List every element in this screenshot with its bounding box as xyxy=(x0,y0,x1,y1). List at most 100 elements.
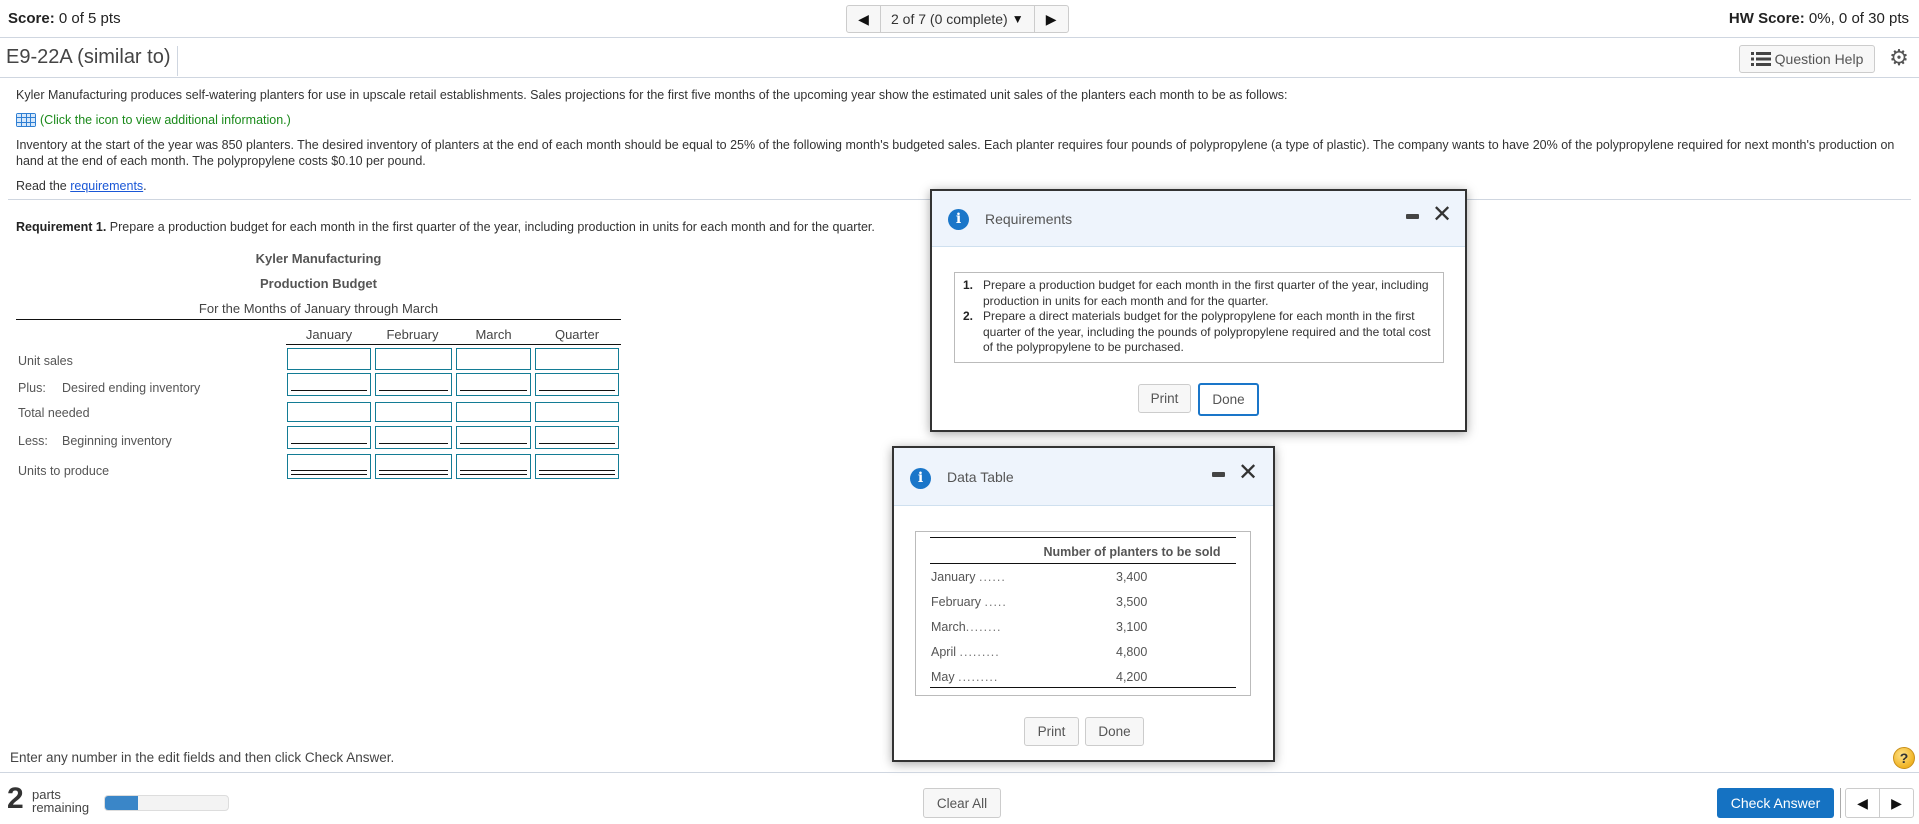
table-row: March........ 3,100 xyxy=(931,620,1236,638)
next-question-button[interactable]: ▶ xyxy=(1033,6,1068,32)
leader-dots: ......... xyxy=(959,645,1000,659)
dialog-header[interactable]: i Requirements ✕ xyxy=(932,191,1465,247)
instruction-hint: Enter any number in the edit fields and … xyxy=(10,750,395,765)
column-header-quarter: Quarter xyxy=(554,327,600,342)
triangle-right-icon: ▶ xyxy=(1891,794,1902,811)
requirement-label: Requirement 1. xyxy=(16,220,107,234)
parts-remaining-count: 2 xyxy=(7,782,24,815)
input-ending-inventory-quarter[interactable] xyxy=(535,373,619,396)
gear-icon[interactable]: ⚙ xyxy=(1887,46,1911,70)
clear-all-button[interactable]: Clear All xyxy=(923,788,1001,818)
input-unit-sales-january[interactable] xyxy=(287,348,371,370)
value-cell: 3,500 xyxy=(1116,595,1148,609)
requirement-item: 2. Prepare a direct materials budget for … xyxy=(961,309,1437,356)
input-units-to-produce-january[interactable] xyxy=(287,454,371,479)
input-ending-inventory-february[interactable] xyxy=(375,373,452,396)
next-question-button[interactable]: ▶ xyxy=(1880,789,1913,817)
input-ending-inventory-january[interactable] xyxy=(287,373,371,396)
list-icon xyxy=(1750,52,1771,66)
close-icon[interactable]: ✕ xyxy=(1238,457,1258,487)
caret-down-icon: ▼ xyxy=(1011,12,1024,26)
print-button[interactable]: Print xyxy=(1138,384,1191,413)
close-icon[interactable]: ✕ xyxy=(1432,199,1452,229)
input-total-needed-february[interactable] xyxy=(375,402,452,422)
print-button[interactable]: Print xyxy=(1024,717,1079,746)
leader-dots: ......... xyxy=(958,670,999,684)
column-header-february: February xyxy=(386,327,439,342)
additional-info-link[interactable]: (Click the icon to view additional infor… xyxy=(16,113,1906,127)
input-ending-inventory-march[interactable] xyxy=(456,373,531,396)
input-unit-sales-quarter[interactable] xyxy=(535,348,619,370)
input-total-needed-march[interactable] xyxy=(456,402,531,422)
input-beginning-inventory-march[interactable] xyxy=(456,426,531,449)
table-icon[interactable] xyxy=(16,113,36,127)
hw-score: HW Score: 0%, 0 of 30 pts xyxy=(1729,10,1909,27)
input-unit-sales-february[interactable] xyxy=(375,348,452,370)
minimize-icon[interactable] xyxy=(1212,472,1225,477)
input-units-to-produce-february[interactable] xyxy=(375,454,452,479)
dialog-title: Requirements xyxy=(985,211,1073,227)
minimize-icon[interactable] xyxy=(1406,214,1419,219)
requirements-link[interactable]: requirements xyxy=(70,179,143,193)
info-link-text[interactable]: (Click the icon to view additional infor… xyxy=(40,113,291,127)
row-label-unit-sales: Unit sales xyxy=(18,354,73,368)
triangle-left-icon: ◀ xyxy=(1857,794,1868,811)
question-help-button[interactable]: Question Help xyxy=(1739,45,1875,73)
check-answer-button[interactable]: Check Answer xyxy=(1717,788,1834,818)
leader-dots: ..... xyxy=(984,595,1007,609)
score-value: 0 of 5 pts xyxy=(58,10,121,27)
month-cell: April ......... xyxy=(931,645,1000,659)
input-total-needed-quarter[interactable] xyxy=(535,402,619,422)
question-title: E9-22A (similar to) xyxy=(6,46,178,76)
triangle-right-icon: ▶ xyxy=(1045,10,1057,27)
month-cell: May ......... xyxy=(931,670,998,684)
progress-fill xyxy=(105,796,139,810)
row-label-text: Units to produce xyxy=(18,464,110,478)
info-icon: i xyxy=(948,209,969,230)
dialog-header[interactable]: i Data Table ✕ xyxy=(894,448,1273,506)
input-unit-sales-march[interactable] xyxy=(456,348,531,370)
prev-question-button[interactable]: ◀ xyxy=(847,6,881,32)
question-mark-icon[interactable]: ? xyxy=(1893,747,1915,769)
month-cell: March........ xyxy=(931,620,1002,634)
table-rule xyxy=(930,563,1236,564)
value-cell: 4,800 xyxy=(1116,645,1148,659)
budget-title: Production Budget xyxy=(260,276,377,291)
month-label: March xyxy=(931,620,966,634)
read-prefix: Read the xyxy=(16,179,71,193)
problem-details: Inventory at the start of the year was 8… xyxy=(16,138,1895,168)
done-button[interactable]: Done xyxy=(1198,383,1259,416)
budget-rule xyxy=(16,319,621,320)
table-row: May ......... 4,200 xyxy=(931,670,1236,688)
table-row: April ......... 4,800 xyxy=(931,645,1236,663)
question-select-dropdown[interactable]: 2 of 7 (0 complete) ▼ xyxy=(881,6,1034,32)
requirement-number: 1. xyxy=(963,278,974,292)
input-units-to-produce-march[interactable] xyxy=(456,454,531,479)
problem-intro: Kyler Manufacturing produces self-wateri… xyxy=(16,88,1288,102)
month-label: January xyxy=(931,570,976,584)
requirement-number: 2. xyxy=(963,309,974,323)
done-button[interactable]: Done xyxy=(1085,717,1144,746)
data-table-dialog: i Data Table ✕ Number of planters to be … xyxy=(892,446,1275,762)
input-beginning-inventory-february[interactable] xyxy=(375,426,452,449)
input-units-to-produce-quarter[interactable] xyxy=(535,454,619,479)
dialog-title: Data Table xyxy=(947,469,1014,485)
input-beginning-inventory-quarter[interactable] xyxy=(535,426,619,449)
value-cell: 4,200 xyxy=(1116,670,1148,684)
input-beginning-inventory-january[interactable] xyxy=(287,426,371,449)
row-label-beginning-inventory: Less: Beginning inventory xyxy=(18,434,172,448)
read-suffix: . xyxy=(143,179,147,193)
requirement-item: 1. Prepare a production budget for each m… xyxy=(961,278,1437,309)
question-navigator: ◀ 2 of 7 (0 complete) ▼ ▶ xyxy=(846,5,1069,33)
value-cell: 3,400 xyxy=(1116,570,1148,584)
input-total-needed-january[interactable] xyxy=(287,402,371,422)
question-help-label: Question Help xyxy=(1774,51,1864,67)
row-label-text: Unit sales xyxy=(18,354,73,368)
requirements-dialog: i Requirements ✕ 1. Prepare a production … xyxy=(930,189,1467,432)
prev-question-button[interactable]: ◀ xyxy=(1846,789,1880,817)
row-label-units-to-produce: Units to produce xyxy=(18,464,109,478)
budget-period: For the Months of January through March xyxy=(198,301,439,316)
leader-dots: ...... xyxy=(978,570,1006,584)
requirement-text: Prepare a production budget for each mon… xyxy=(106,220,875,234)
score: Score: 0 of 5 pts xyxy=(8,10,121,27)
